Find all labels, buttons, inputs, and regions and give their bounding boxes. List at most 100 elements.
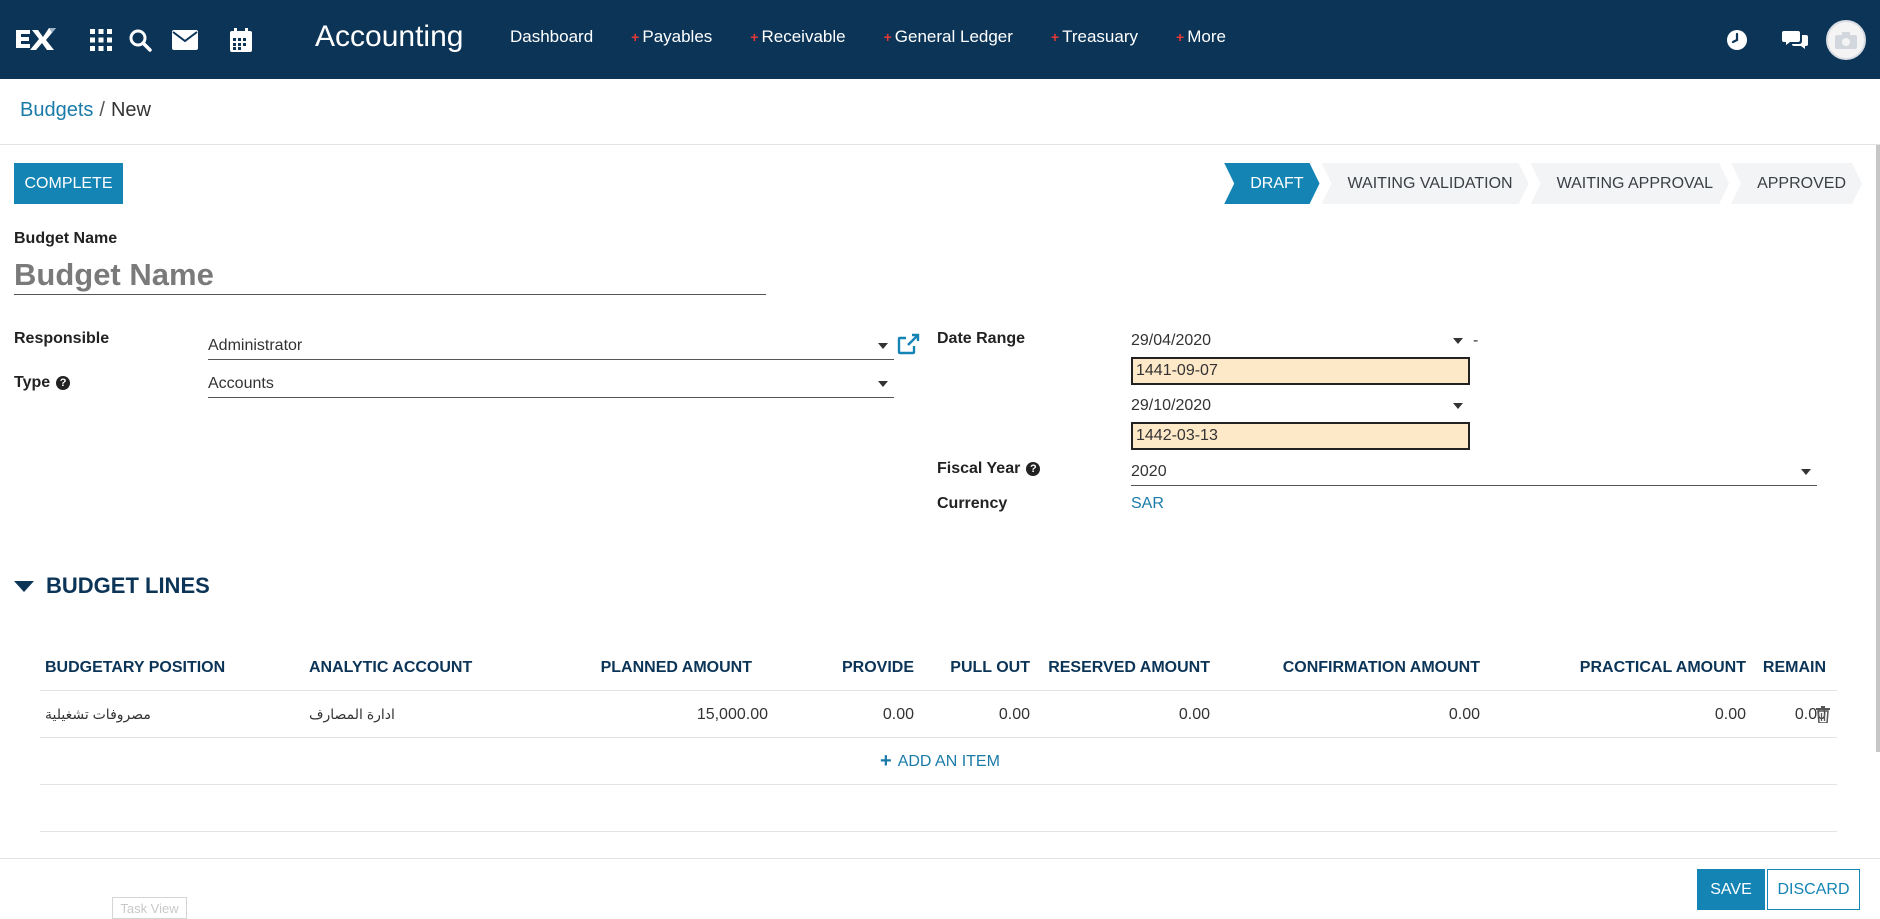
fiscal-year-value: 2020: [1131, 462, 1167, 480]
budget-lines-toggle[interactable]: BUDGET LINES: [14, 573, 210, 599]
type-label: Type?: [14, 374, 71, 392]
save-button[interactable]: SAVE: [1697, 869, 1765, 910]
cell-analytic-account: ادارة المصارف: [309, 706, 395, 722]
avatar[interactable]: [1826, 20, 1866, 60]
plus-icon: +: [631, 29, 640, 45]
company-logo-icon[interactable]: [14, 24, 58, 54]
plus-icon: +: [1050, 29, 1060, 45]
cell-practical-amount: 0.00: [1714, 705, 1746, 723]
camera-icon: [1835, 32, 1857, 49]
plus-icon: +: [880, 750, 892, 772]
divider: [0, 858, 1880, 859]
menu-item-receivable[interactable]: + Receivable: [750, 27, 845, 47]
breadcrumb: Budgets / New: [20, 99, 151, 122]
budget-lines-title: BUDGET LINES: [46, 573, 210, 598]
column-header[interactable]: PULL OUT: [920, 644, 1030, 691]
menu-item-label: General Ledger: [894, 27, 1013, 46]
chevron-down-icon: [878, 381, 888, 387]
menu-item-label: Dashboard: [510, 27, 594, 46]
date-to-value: 29/10/2020: [1131, 397, 1212, 414]
external-link-icon[interactable]: [896, 333, 920, 360]
calendar-icon[interactable]: [227, 26, 255, 54]
date-from-value: 29/04/2020: [1131, 332, 1212, 349]
caret-down-icon: [14, 580, 34, 592]
plus-icon: +: [750, 29, 759, 45]
menu-item-more[interactable]: + More: [1176, 27, 1226, 47]
date-from-select[interactable]: 29/04/2020: [1131, 329, 1469, 353]
trash-icon[interactable]: [1815, 706, 1831, 723]
date-from-hijri-field[interactable]: 1441-09-07: [1131, 357, 1470, 385]
column-header[interactable]: PROVIDE: [800, 644, 914, 691]
menu-item-general-ledger[interactable]: + General Ledger: [884, 27, 1013, 47]
add-item-row: + ADD AN ITEM: [40, 738, 1837, 785]
table-row[interactable]: مصروفات تشغيلية ادارة المصارف 15,000.00 …: [40, 691, 1837, 738]
main-menu: Dashboard + Payables + Receivable + General…: [510, 27, 1264, 47]
clock-icon[interactable]: [1723, 26, 1751, 54]
fiscal-year-label-text: Fiscal Year: [937, 460, 1021, 477]
top-navbar: Accounting Dashboard + Payables + Receivab…: [0, 0, 1880, 79]
fiscal-year-label: Fiscal Year?: [937, 460, 1041, 478]
stage-label: APPROVED: [1757, 174, 1846, 192]
complete-button[interactable]: COMPLETE: [14, 163, 123, 204]
type-value: Accounts: [208, 374, 274, 392]
plus-icon: +: [1176, 29, 1185, 45]
column-header[interactable]: PRACTICAL AMOUNT: [1510, 644, 1746, 691]
date-to-hijri-field[interactable]: 1442-03-13: [1131, 422, 1470, 450]
currency-link[interactable]: SAR: [1131, 495, 1164, 513]
breadcrumb-separator: /: [99, 99, 105, 121]
app-title: Accounting: [315, 20, 464, 53]
cell-pull-out: 0.00: [998, 705, 1030, 723]
chevron-down-icon: [1801, 469, 1811, 475]
table-header-row: BUDGETARY POSITION ANALYTIC ACCOUNT PLAN…: [40, 644, 1837, 691]
responsible-select[interactable]: Administrator: [208, 332, 894, 360]
stage-draft[interactable]: DRAFT: [1224, 163, 1319, 204]
cell-confirmation-amount: 0.00: [1448, 705, 1480, 723]
fiscal-year-select[interactable]: 2020: [1131, 458, 1817, 486]
column-header[interactable]: BUDGETARY POSITION: [45, 644, 225, 691]
type-label-text: Type: [14, 374, 51, 391]
column-header[interactable]: REMAIN: [1750, 644, 1826, 691]
status-stages: DRAFT WAITING VALIDATION WAITING APPROVA…: [1222, 163, 1862, 204]
stage-label: DRAFT: [1250, 174, 1304, 192]
cell-planned-amount: 15,000.00: [696, 705, 768, 723]
cell-budgetary-position: مصروفات تشغيلية: [45, 706, 151, 722]
type-select[interactable]: Accounts: [208, 370, 894, 398]
chevron-down-icon: [878, 343, 888, 349]
menu-item-payables[interactable]: + Payables: [631, 27, 712, 47]
column-header[interactable]: PLANNED AMOUNT: [570, 644, 752, 691]
chevron-down-icon: [1453, 338, 1463, 344]
menu-item-label: Receivable: [761, 27, 846, 46]
stage-approved[interactable]: APPROVED: [1731, 163, 1862, 204]
budget-name-input[interactable]: [14, 255, 766, 295]
task-view-label[interactable]: Task View: [112, 897, 187, 919]
date-range-label: Date Range: [937, 330, 1026, 347]
breadcrumb-current: New: [110, 99, 151, 121]
help-icon[interactable]: ?: [56, 375, 71, 390]
search-icon[interactable]: [126, 26, 154, 54]
column-header[interactable]: ANALYTIC ACCOUNT: [309, 644, 472, 691]
empty-row: [40, 785, 1837, 832]
menu-item-treasuary[interactable]: + Treasuary: [1051, 27, 1138, 47]
currency-label: Currency: [937, 495, 1008, 512]
add-item-label: ADD AN ITEM: [897, 752, 1000, 770]
add-item-link[interactable]: + ADD AN ITEM: [880, 738, 1000, 785]
plus-icon: +: [883, 29, 892, 45]
chat-icon[interactable]: [1781, 26, 1809, 54]
breadcrumb-budgets-link[interactable]: Budgets: [20, 99, 93, 121]
stage-waiting-validation[interactable]: WAITING VALIDATION: [1322, 163, 1529, 204]
column-header[interactable]: RESERVED AMOUNT: [1040, 644, 1210, 691]
apps-grid-icon[interactable]: [87, 26, 115, 54]
budget-lines-table: BUDGETARY POSITION ANALYTIC ACCOUNT PLAN…: [40, 644, 1837, 832]
discard-button[interactable]: DISCARD: [1767, 869, 1860, 910]
stage-waiting-approval[interactable]: WAITING APPROVAL: [1531, 163, 1729, 204]
stage-label: WAITING APPROVAL: [1556, 174, 1714, 192]
help-icon[interactable]: ?: [1026, 461, 1041, 476]
responsible-value: Administrator: [208, 336, 303, 354]
column-header[interactable]: CONFIRMATION AMOUNT: [1240, 644, 1480, 691]
mail-icon[interactable]: [171, 26, 199, 54]
date-range-separator: -: [1473, 332, 1479, 349]
vertical-scrollbar[interactable]: [1876, 145, 1880, 752]
menu-item-label: Payables: [642, 27, 713, 46]
menu-item-dashboard[interactable]: Dashboard: [510, 27, 593, 47]
date-to-select[interactable]: 29/10/2020: [1131, 394, 1469, 418]
